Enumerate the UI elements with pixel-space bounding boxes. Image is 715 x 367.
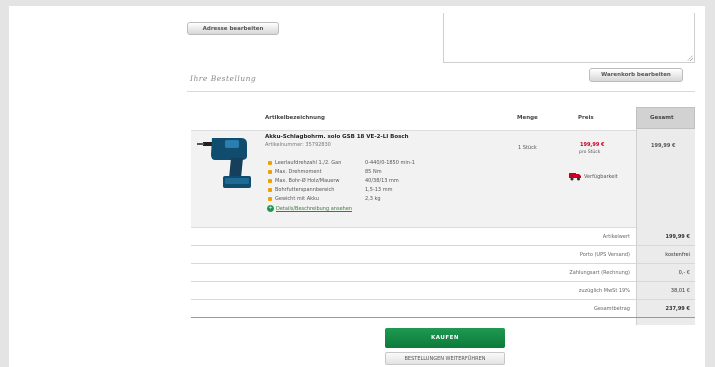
bullet-icon — [268, 197, 272, 201]
spec-value: 40/38/13 mm — [365, 178, 399, 184]
truck-icon — [569, 173, 581, 181]
spec-value: 1,5-13 mm — [365, 187, 393, 193]
item-article-number: Artikelnummer: 35792830 — [265, 142, 331, 148]
item-quantity: 1 Stück — [518, 145, 537, 151]
summary-row: Porto (UPS Versand) kostenfrei — [191, 247, 695, 264]
summary-value: 199,99 € — [665, 234, 690, 240]
summary-row: Zahlungsart (Rechnung) 0,- € — [191, 265, 695, 282]
col-header-total: Gesamt — [650, 115, 674, 121]
summary-label: Gesamtbetrag — [594, 306, 630, 312]
spec-value: 2,3 kg — [365, 196, 381, 202]
checkout-page: Adresse bearbeiten Ihre Bestellung Waren… — [9, 6, 705, 367]
order-section-title: Ihre Bestellung — [190, 74, 257, 83]
drill-product-image[interactable] — [195, 132, 259, 194]
edit-address-button[interactable]: Adresse bearbeiten — [187, 22, 279, 35]
col-header-qty: Menge — [517, 115, 538, 121]
summary-value: 38,01 € — [670, 288, 690, 294]
bullet-icon — [268, 170, 272, 174]
spec-value: 0-440/0-1850 min-1 — [365, 160, 415, 166]
bullet-icon — [268, 179, 272, 183]
summary-row: zuzüglich MwSt 19% 38,01 € — [191, 283, 695, 300]
spec-label: Bohrfutterspannbereich — [275, 187, 335, 193]
spec-label: Max. Drehmoment — [275, 169, 322, 175]
summary-label: Artikelwert — [602, 234, 630, 240]
summary-label: zuzüglich MwSt 19% — [578, 288, 630, 294]
spec-value: 85 Nm — [365, 169, 382, 175]
availability-label: Verfügbarkeit — [584, 174, 618, 180]
summary-label: Zahlungsart (Rechnung) — [569, 270, 630, 276]
edit-cart-button[interactable]: Warenkorb bearbeiten — [589, 68, 683, 82]
summary-value: 0,- € — [678, 270, 690, 276]
buy-button[interactable]: KAUFEN — [385, 328, 505, 348]
spec-label: Max. Bohr-Ø Holz/Mauerw — [275, 178, 340, 184]
summary-label: Porto (UPS Versand) — [579, 252, 630, 258]
continue-orders-button[interactable]: BESTELLUNGEN WEITERFÜHREN — [385, 352, 505, 365]
details-link[interactable]: Details/Beschreibung ansehen — [276, 206, 352, 212]
resize-grip-icon[interactable] — [687, 55, 693, 61]
info-icon[interactable]: + — [267, 205, 274, 212]
item-price-unit: pro Stück — [579, 150, 601, 155]
spec-label: Leerlaufdrehzahl 1./2. Gan — [275, 160, 342, 166]
summary-row: Gesamtbetrag 237,99 € — [191, 301, 695, 318]
comment-textarea[interactable] — [443, 13, 695, 63]
summary-value: kostenfrei — [665, 252, 690, 258]
bullet-icon — [268, 161, 272, 165]
item-title[interactable]: Akku-Schlagbohrm. solo GSB 18 VE-2-LI Bo… — [265, 134, 409, 140]
item-total: 199,99 € — [651, 143, 676, 149]
col-header-name: Artikelbezeichnung — [265, 115, 325, 121]
col-header-price: Preis — [578, 115, 594, 121]
bullet-icon — [268, 188, 272, 192]
item-price: 199,99 € — [580, 142, 605, 148]
summary-value: 237,99 € — [665, 306, 690, 312]
section-divider — [187, 91, 695, 92]
summary-row: Artikelwert 199,99 € — [191, 229, 695, 246]
spec-label: Gewicht mit Akku — [275, 196, 319, 202]
